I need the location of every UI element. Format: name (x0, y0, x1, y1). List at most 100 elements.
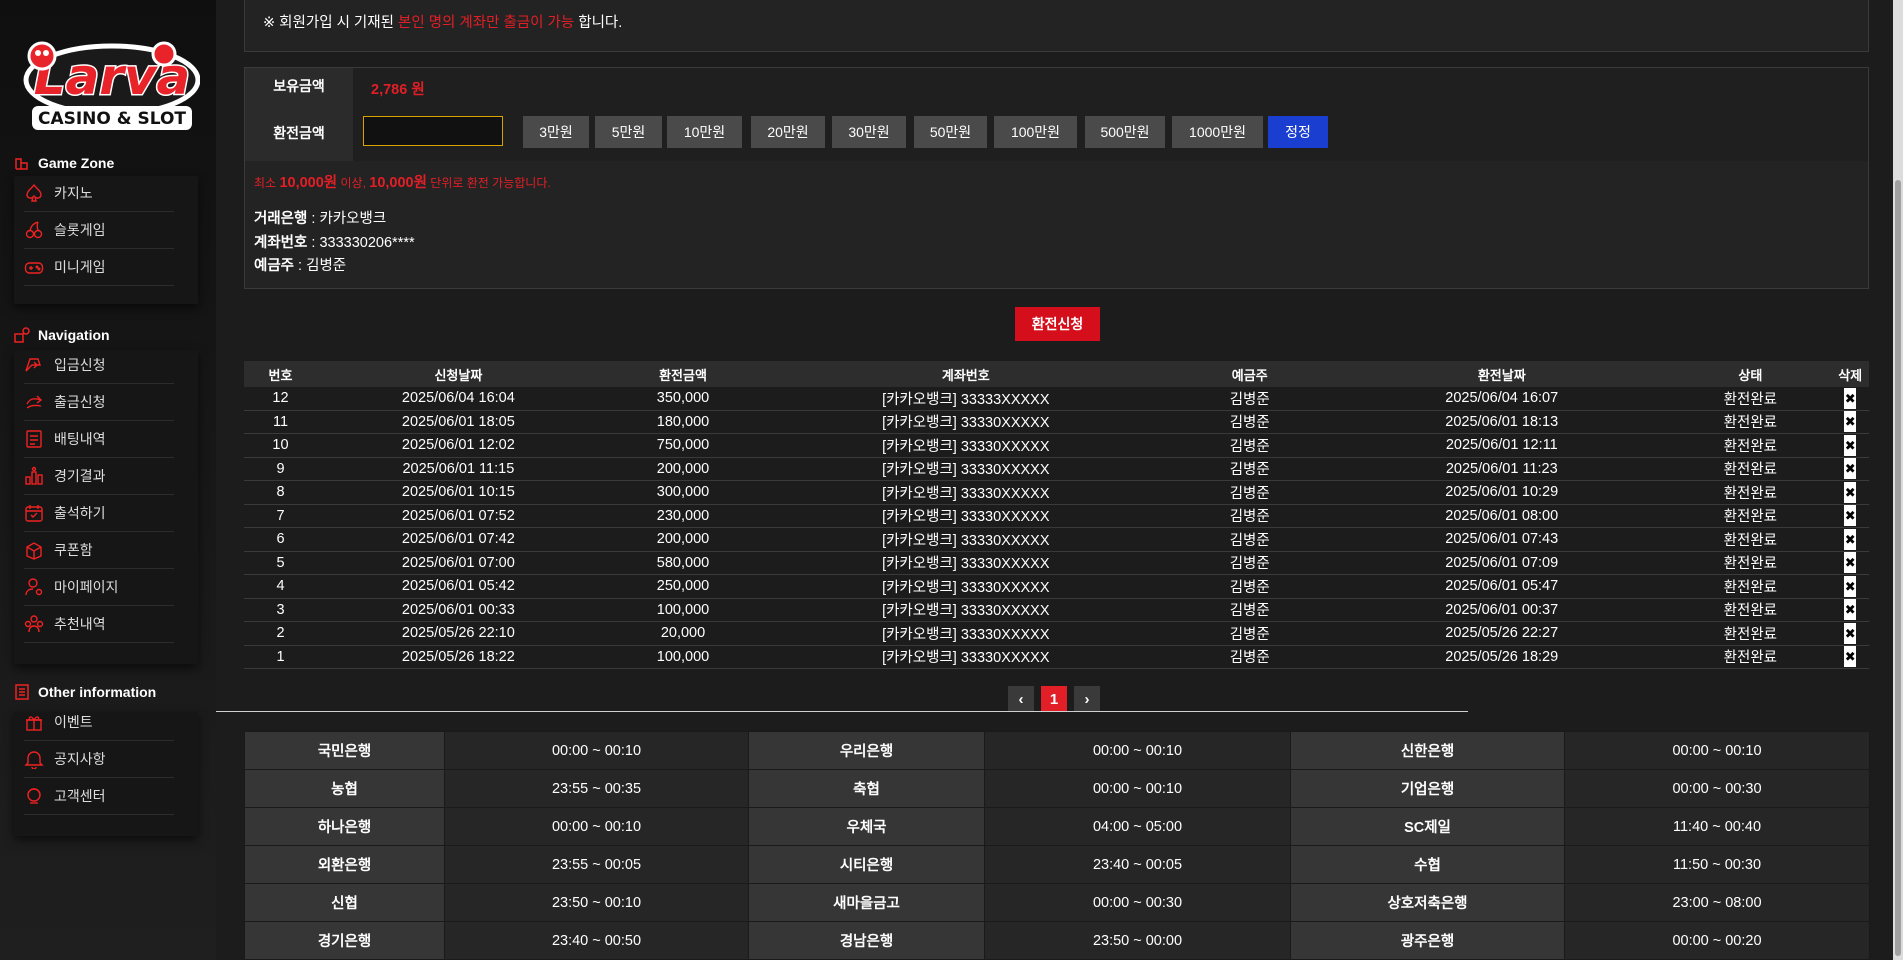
sidebar-item-gift[interactable]: 이벤트 (24, 704, 174, 741)
table-cell: 11 (244, 410, 317, 434)
bank-maintenance-table: 국민은행 00:00 ~ 00:10 우리은행 00:00 ~ 00:10 신한은행 00… (244, 731, 1870, 960)
table-cell: 환전완료 (1669, 621, 1832, 646)
sidebar-item-coupon[interactable]: 쿠폰함 (24, 532, 174, 569)
sidebar-item-user[interactable]: 마이페이지 (24, 569, 174, 606)
table-cell: 2025/06/01 08:00 (1334, 504, 1670, 528)
gift-icon (26, 716, 42, 731)
amount-input[interactable] (363, 116, 503, 146)
reset-button[interactable]: 정정 (1268, 116, 1328, 148)
bank-maintenance-hours: 00:00 ~ 00:30 (1564, 769, 1870, 808)
amount-button-4[interactable]: 30만원 (832, 116, 906, 148)
table-cell: 환전완료 (1669, 551, 1832, 575)
pagination-prev-button[interactable]: ‹ (1008, 686, 1034, 712)
table-cell: 9 (244, 457, 317, 481)
table-cell: 김병준 (1165, 598, 1335, 622)
sidebar-item-spade[interactable]: 카지노 (24, 175, 174, 212)
sidebar-item-deposit[interactable]: 입금신청 (24, 347, 174, 384)
amount-button-7[interactable]: 500만원 (1085, 116, 1165, 148)
sidebar-item-calendar[interactable]: 출석하기 (24, 495, 174, 532)
chevron-right-icon: › (1084, 690, 1090, 708)
table-cell: 2025/06/01 11:23 (1334, 457, 1670, 481)
amount-button-5[interactable]: 50만원 (914, 116, 987, 148)
table-cell: 김병준 (1165, 457, 1335, 481)
bank-name: 시티은행 (748, 845, 985, 884)
sidebar-item-label: 공지사항 (54, 751, 106, 767)
sidebar-item-label: 입금신청 (54, 357, 106, 373)
bank-hours-row: 농협 23:55 ~ 00:35 축협 00:00 ~ 00:10 기업은행 00:00 … (244, 769, 1870, 808)
table-cell: 2025/06/01 18:13 (1334, 410, 1670, 434)
table-cell: 100,000 (599, 645, 767, 669)
table-cell: [카카오뱅크] 33330XXXXX (766, 527, 1166, 552)
delete-icon[interactable]: ✖ (1844, 458, 1857, 480)
table-cell: 2025/05/26 18:29 (1334, 645, 1670, 669)
table-cell: 100,000 (599, 598, 767, 622)
amount-button-3[interactable]: 20만원 (751, 116, 825, 148)
section-navigation: Navigation (14, 327, 110, 343)
table-cell: 7 (244, 504, 317, 528)
sidebar-item-gamepad[interactable]: 미니게임 (24, 249, 174, 286)
delete-icon[interactable]: ✖ (1844, 481, 1857, 503)
sidebar-item-cherry[interactable]: 슬롯게임 (24, 212, 174, 249)
chevron-left-icon: ‹ (1018, 690, 1024, 708)
sidebar-item-results[interactable]: 경기결과 (24, 458, 174, 495)
sidebar-item-support[interactable]: 고객센터 (24, 778, 174, 815)
balance-row: 보유금액 2,786 원 (244, 67, 1869, 105)
sidebar-item-referral[interactable]: 추천내역 (24, 606, 174, 643)
table-row: 2 2025/05/26 22:10 20,000 [카카오뱅크] 33330XXXX… (244, 621, 1869, 646)
pagination-next-button[interactable]: › (1074, 686, 1100, 712)
amount-button-0[interactable]: 3만원 (523, 116, 589, 148)
sidebar-item-bet-history[interactable]: 배팅내역 (24, 421, 174, 458)
delete-icon[interactable]: ✖ (1844, 434, 1857, 456)
sidebar-item-label: 슬롯게임 (54, 222, 106, 238)
delete-icon[interactable]: ✖ (1844, 528, 1857, 550)
bank-name: 우리은행 (748, 731, 985, 770)
delete-cell: ✖ (1831, 574, 1869, 599)
table-cell: 180,000 (599, 410, 767, 434)
table-cell: 김병준 (1165, 551, 1335, 575)
delete-icon[interactable]: ✖ (1844, 575, 1857, 597)
delete-cell: ✖ (1831, 410, 1869, 434)
amount-button-8[interactable]: 1000만원 (1172, 116, 1263, 148)
delete-cell: ✖ (1831, 551, 1869, 575)
delete-icon[interactable]: ✖ (1844, 646, 1857, 668)
amount-button-1[interactable]: 5만원 (595, 116, 662, 148)
bank-maintenance-hours: 11:50 ~ 00:30 (1564, 845, 1870, 884)
pagination-page-1[interactable]: 1 (1041, 686, 1067, 712)
bank-name: 국민은행 (244, 731, 445, 770)
bank-info-row: 거래은행 : 카카오뱅크 계좌번호 : 333330206**** 예금주 : 김병… (244, 198, 1869, 289)
larva-logo[interactable]: Larva CASINO & SLOT (14, 20, 201, 132)
sidebar-item-withdraw[interactable]: 출금신청 (24, 384, 174, 421)
bank-maintenance-hours: 23:00 ~ 08:00 (1564, 883, 1870, 922)
column-header: 신청날짜 (316, 361, 600, 387)
delete-icon[interactable]: ✖ (1844, 505, 1857, 527)
delete-icon[interactable]: ✖ (1844, 387, 1857, 409)
scrollbar-thumb[interactable] (1895, 180, 1901, 956)
sidebar-item-bell[interactable]: 공지사항 (24, 741, 174, 778)
bank-info-line: 거래은행 : 카카오뱅크 (254, 211, 387, 227)
table-cell: 2025/06/01 07:52 (316, 504, 600, 528)
table-cell: 8 (244, 480, 317, 505)
table-cell: 환전완료 (1669, 410, 1832, 434)
calendar-icon (25, 505, 43, 522)
delete-cell: ✖ (1831, 387, 1869, 411)
amount-button-6[interactable]: 100만원 (994, 116, 1077, 148)
delete-icon[interactable]: ✖ (1844, 552, 1857, 574)
table-row: 11 2025/06/01 18:05 180,000 [카카오뱅크] 33330XX… (244, 410, 1869, 434)
table-cell: 환전완료 (1669, 645, 1832, 669)
bank-maintenance-hours: 11:40 ~ 00:40 (1564, 807, 1870, 846)
table-cell: 김병준 (1165, 410, 1335, 434)
delete-icon[interactable]: ✖ (1844, 411, 1857, 433)
bank-maintenance-hours: 00:00 ~ 00:10 (444, 807, 749, 846)
delete-icon[interactable]: ✖ (1844, 622, 1857, 644)
min-amount-notice: 최소 10,000원 이상, 10,000원 단위로 환전 가능합니다. (254, 175, 551, 191)
withdraw-submit-button[interactable]: 환전신청 (1015, 307, 1100, 341)
delete-icon[interactable]: ✖ (1844, 599, 1857, 621)
amount-button-2[interactable]: 10만원 (667, 116, 742, 148)
bank-maintenance-hours: 04:00 ~ 05:00 (984, 807, 1291, 846)
table-cell: 환전완료 (1669, 598, 1832, 622)
table-cell: 3 (244, 598, 317, 622)
section-other-information: Other information (14, 684, 156, 700)
withdraw-history-table: 번호 신청날짜 환전금액 계좌번호 예금주 환전날짜 상태 삭제 12 2025/06/04 1… (244, 361, 1869, 669)
bank-maintenance-hours: 23:55 ~ 00:05 (444, 845, 749, 884)
bank-hours-row: 하나은행 00:00 ~ 00:10 우체국 04:00 ~ 05:00 SC제일 11:… (244, 807, 1870, 846)
